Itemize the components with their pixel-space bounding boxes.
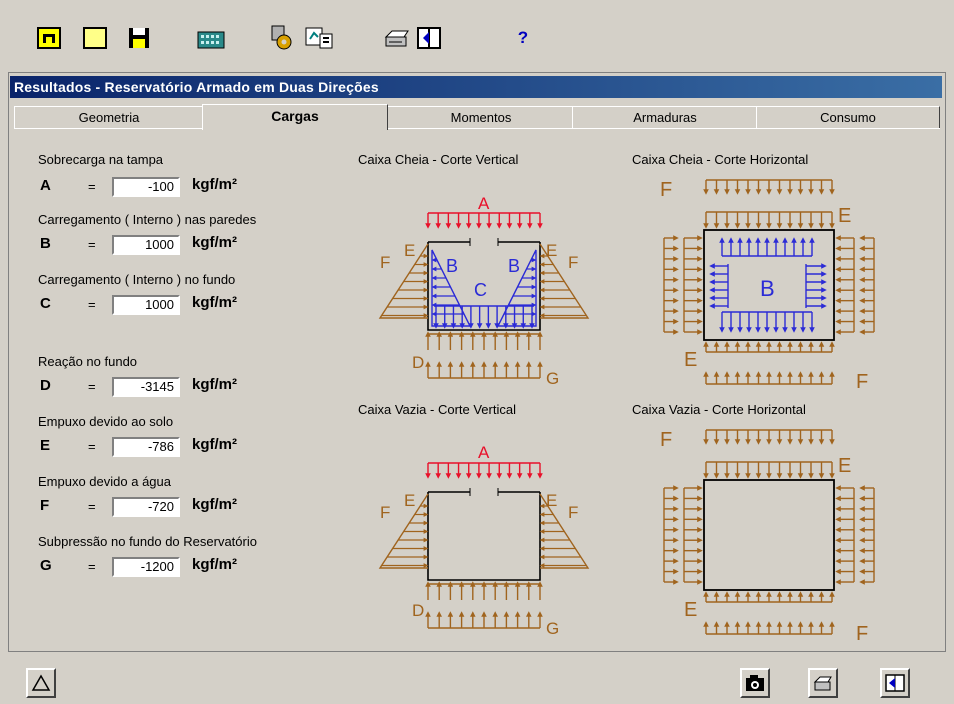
diagram-label-f: F — [568, 253, 578, 272]
exit-icon — [885, 674, 905, 692]
print-button-bottom[interactable] — [808, 668, 838, 698]
diagram-label-f: F — [856, 371, 868, 393]
diagram-label-e: E — [838, 205, 851, 227]
exit-button-bottom[interactable] — [880, 668, 910, 698]
diagram-label-f: F — [380, 503, 390, 522]
diagram-label-e: E — [546, 491, 557, 510]
diagram-label-e: E — [838, 455, 851, 477]
warning-button[interactable] — [26, 668, 56, 698]
diagram-label-a: A — [478, 194, 490, 213]
diagram-label-b: B — [446, 256, 458, 276]
print-icon — [813, 676, 832, 691]
diagram-label-e: E — [546, 241, 557, 260]
camera-button[interactable] — [740, 668, 770, 698]
load-diagrams: A B B C E E F F D G F E B E F A E E F F … — [378, 179, 875, 645]
diagram-label-f: F — [856, 623, 868, 645]
diagram-label-e: E — [404, 241, 415, 260]
diagram-label-b: B — [760, 276, 775, 301]
diagram-label-d: D — [412, 353, 424, 372]
diagram-label-a: A — [478, 443, 490, 462]
diagram-label-f: F — [380, 253, 390, 272]
diagram-label-e: E — [684, 599, 697, 621]
diagram-label-b: B — [508, 256, 520, 276]
diagram-label-d: D — [412, 601, 424, 620]
triangle-icon — [31, 674, 51, 691]
diagram-label-g: G — [546, 369, 559, 388]
tank-plan — [703, 479, 835, 591]
diagram-label-e: E — [684, 349, 697, 371]
tank-walls — [427, 492, 541, 581]
diagram-label-g: G — [546, 619, 559, 638]
camera-icon — [746, 675, 764, 691]
diagram-label-c: C — [474, 280, 487, 300]
tab-cargas[interactable]: Cargas — [202, 104, 388, 130]
diagram-label-f: F — [660, 179, 672, 201]
diagram-label-f: F — [660, 429, 672, 451]
diagram-label-f: F — [568, 503, 578, 522]
bottom-bar — [8, 656, 944, 700]
diagram-label-e: E — [404, 491, 415, 510]
